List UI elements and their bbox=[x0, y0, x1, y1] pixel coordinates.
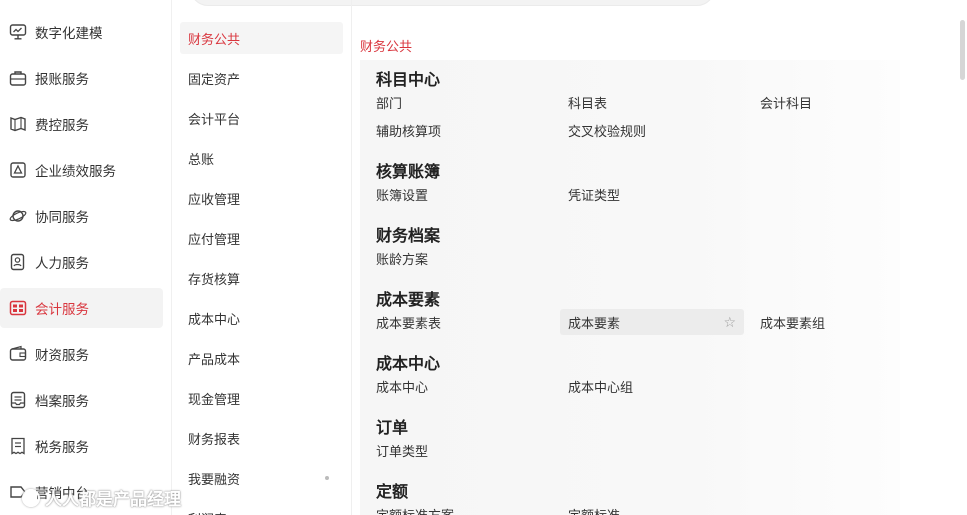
menu-entry[interactable]: 定额标准方案 bbox=[368, 501, 554, 515]
sidebar-item-label: 会计服务 bbox=[35, 302, 89, 318]
app-root: 数字化建模 报账服务 费控服务 企业绩效服务 协同服务 人力服务 会计服务 财资… bbox=[0, 0, 967, 515]
sidebar-item-tax[interactable]: 税务服务 bbox=[0, 426, 163, 466]
archive-icon bbox=[8, 390, 28, 410]
map-route-icon bbox=[8, 114, 28, 134]
sidebar-item-performance[interactable]: 企业绩效服务 bbox=[0, 150, 163, 190]
menu-entry[interactable]: 成本中心 bbox=[368, 373, 554, 399]
submenu-item[interactable]: 会计平台 bbox=[180, 102, 343, 134]
group-title: 科目中心 bbox=[376, 70, 441, 89]
group-title: 定额 bbox=[376, 482, 409, 501]
menu-entry[interactable]: 成本要素组 bbox=[752, 309, 898, 335]
sidebar-item-label: 费控服务 bbox=[35, 118, 89, 134]
submenu-item-label: 我要融资 bbox=[188, 472, 241, 488]
watermark: 人人都是产品经理 bbox=[22, 485, 181, 510]
sidebar-item-reimbursement[interactable]: 报账服务 bbox=[0, 58, 163, 98]
sidebar-item-collaboration[interactable]: 协同服务 bbox=[0, 196, 163, 236]
sidebar-item-label: 报账服务 bbox=[35, 72, 89, 88]
sidebar-item-label: 人力服务 bbox=[35, 256, 89, 272]
menu-entry[interactable]: 部门 bbox=[368, 89, 554, 115]
id-card-icon bbox=[8, 252, 28, 272]
submenu-item[interactable]: 固定资产 bbox=[180, 62, 343, 94]
watermark-logo-icon bbox=[22, 488, 40, 507]
briefcase-icon bbox=[8, 68, 28, 88]
star-icon[interactable]: ☆ bbox=[723, 315, 736, 331]
menu-entry[interactable]: 凭证类型 bbox=[560, 181, 746, 207]
sidebar-item-hr[interactable]: 人力服务 bbox=[0, 242, 163, 282]
sidebar-item-archive[interactable]: 档案服务 bbox=[0, 380, 163, 420]
more-dot-icon bbox=[325, 476, 329, 480]
monitor-chart-icon bbox=[8, 22, 28, 42]
sidebar-item-treasury[interactable]: 财资服务 bbox=[0, 334, 163, 374]
submenu-item-financing[interactable]: 我要融资 bbox=[180, 462, 343, 494]
submenu-item[interactable]: 成本中心 bbox=[180, 302, 343, 334]
menu-entry[interactable]: 成本要素表 bbox=[368, 309, 554, 335]
sidebar-item-label: 财资服务 bbox=[35, 348, 89, 364]
performance-icon bbox=[8, 160, 28, 180]
sidebar-item-label: 协同服务 bbox=[35, 210, 89, 226]
receipt-icon bbox=[8, 436, 28, 456]
submenu-item[interactable]: 财务报表 bbox=[180, 422, 343, 454]
group-title: 财务档案 bbox=[376, 226, 441, 245]
menu-entry[interactable]: 账簿设置 bbox=[368, 181, 554, 207]
menu-entry[interactable]: 科目表 bbox=[560, 89, 746, 115]
menu-entry-label: 成本要素 bbox=[568, 316, 621, 332]
accounting-icon bbox=[8, 298, 28, 318]
sidebar-item-label: 档案服务 bbox=[35, 394, 89, 410]
submenu-item[interactable]: 总账 bbox=[180, 142, 343, 174]
scrollbar[interactable] bbox=[960, 20, 965, 80]
planet-icon bbox=[8, 206, 28, 226]
menu-entry[interactable]: 辅助核算项 bbox=[368, 117, 554, 143]
submenu-item[interactable]: 存货核算 bbox=[180, 262, 343, 294]
submenu-item[interactable]: 应收管理 bbox=[180, 182, 343, 214]
group-title: 成本中心 bbox=[376, 354, 441, 373]
sidebar-item-accounting[interactable]: 会计服务 bbox=[0, 288, 163, 328]
submenu: 财务公共 固定资产 会计平台 总账 应收管理 应付管理 存货核算 成本中心 产品… bbox=[172, 0, 352, 515]
submenu-item[interactable]: 利润表 bbox=[180, 502, 343, 515]
sidebar-item-label: 企业绩效服务 bbox=[35, 164, 116, 180]
menu-entry-hovered[interactable]: 成本要素 ☆ bbox=[560, 309, 744, 335]
wallet-icon bbox=[8, 344, 28, 364]
submenu-item[interactable]: 财务公共 bbox=[180, 22, 343, 54]
sidebar-item-label: 数字化建模 bbox=[35, 26, 103, 42]
group-title: 核算账簿 bbox=[376, 162, 441, 181]
breadcrumb: 财务公共 bbox=[360, 40, 413, 55]
group-title: 订单 bbox=[376, 418, 409, 437]
submenu-item[interactable]: 现金管理 bbox=[180, 382, 343, 414]
function-panel: 科目中心 部门 科目表 会计科目 辅助核算项 交叉校验规则 核算账簿 账簿设置 … bbox=[360, 60, 900, 515]
menu-entry[interactable]: 交叉校验规则 bbox=[560, 117, 746, 143]
sidebar-item-expense-control[interactable]: 费控服务 bbox=[0, 104, 163, 144]
menu-entry[interactable]: 成本中心组 bbox=[560, 373, 746, 399]
sidebar-item-label: 税务服务 bbox=[35, 440, 89, 456]
content-area: 财务公共 科目中心 部门 科目表 会计科目 辅助核算项 交叉校验规则 核算账簿 … bbox=[353, 0, 967, 515]
submenu-item[interactable]: 应付管理 bbox=[180, 222, 343, 254]
menu-entry[interactable]: 定额标准 bbox=[560, 501, 746, 515]
menu-entry[interactable]: 订单类型 bbox=[368, 437, 554, 463]
menu-entry[interactable]: 账龄方案 bbox=[368, 245, 554, 271]
menu-entry[interactable]: 会计科目 bbox=[752, 89, 898, 115]
sidebar: 数字化建模 报账服务 费控服务 企业绩效服务 协同服务 人力服务 会计服务 财资… bbox=[0, 0, 172, 515]
watermark-text: 人人都是产品经理 bbox=[45, 490, 181, 510]
sidebar-item-digital-modeling[interactable]: 数字化建模 bbox=[0, 12, 163, 52]
group-title: 成本要素 bbox=[376, 290, 441, 309]
submenu-item[interactable]: 产品成本 bbox=[180, 342, 343, 374]
